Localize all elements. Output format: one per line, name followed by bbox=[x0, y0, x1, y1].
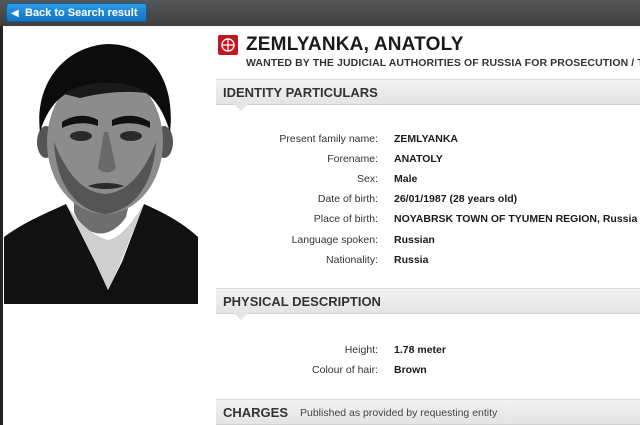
row-label: Colour of hair: bbox=[312, 364, 378, 376]
charges-note: Published as provided by requesting enti… bbox=[300, 407, 498, 419]
row-label: Place of birth: bbox=[313, 213, 378, 225]
row-label: Height: bbox=[344, 344, 378, 356]
wanted-subtitle: WANTED BY THE JUDICIAL AUTHORITIES OF RU… bbox=[246, 57, 640, 69]
row-value: ANATOLY bbox=[394, 153, 443, 165]
physical-row: Height: 1.78 meter bbox=[216, 344, 640, 360]
section-title: PHYSICAL DESCRIPTION bbox=[223, 294, 381, 309]
row-value: Russian bbox=[394, 234, 435, 246]
interpol-emblem-icon bbox=[218, 35, 238, 55]
top-navigation-bar: ◀ Back to Search result bbox=[0, 0, 640, 26]
row-value: ZEMLYANKA bbox=[394, 133, 458, 145]
row-label: Present family name: bbox=[279, 133, 378, 145]
row-label: Nationality: bbox=[326, 254, 378, 266]
identity-row: Present family name: ZEMLYANKA bbox=[216, 133, 640, 149]
row-value: 26/01/1987 (28 years old) bbox=[394, 193, 518, 205]
section-notch bbox=[234, 104, 248, 111]
person-name-heading: ZEMLYANKA, ANATOLY bbox=[246, 34, 464, 55]
physical-row: Colour of hair: Brown bbox=[216, 364, 640, 380]
identity-row: Nationality: Russia bbox=[216, 254, 640, 270]
row-value: Russia bbox=[394, 254, 429, 266]
row-value: Brown bbox=[394, 364, 427, 376]
identity-particulars-header: IDENTITY PARTICULARS bbox=[216, 79, 640, 111]
left-border bbox=[0, 26, 3, 425]
row-value: Male bbox=[394, 173, 418, 185]
row-label: Date of birth: bbox=[317, 193, 378, 205]
section-notch bbox=[234, 313, 248, 320]
back-to-search-button[interactable]: ◀ Back to Search result bbox=[6, 3, 147, 22]
row-label: Forename: bbox=[327, 153, 378, 165]
row-label: Sex: bbox=[356, 173, 378, 185]
identity-row: Sex: Male bbox=[216, 173, 640, 189]
identity-row: Forename: ANATOLY bbox=[216, 153, 640, 169]
identity-row: Place of birth: NOYABRSK TOWN OF TYUMEN … bbox=[216, 213, 640, 229]
person-photo bbox=[4, 32, 198, 304]
back-arrow-icon: ◀ bbox=[11, 8, 19, 19]
section-title: CHARGES bbox=[223, 405, 289, 420]
row-value: 1.78 meter bbox=[394, 344, 446, 356]
identity-row: Date of birth: 26/01/1987 (28 years old) bbox=[216, 193, 640, 209]
row-value: NOYABRSK TOWN OF TYUMEN REGION, Russia bbox=[394, 213, 638, 225]
charges-header: CHARGES Published as provided by request… bbox=[216, 399, 640, 425]
section-title: IDENTITY PARTICULARS bbox=[223, 85, 378, 100]
back-button-label: Back to Search result bbox=[25, 7, 138, 19]
physical-description-header: PHYSICAL DESCRIPTION bbox=[216, 288, 640, 320]
identity-row: Language spoken: Russian bbox=[216, 234, 640, 250]
row-label: Language spoken: bbox=[291, 234, 378, 246]
